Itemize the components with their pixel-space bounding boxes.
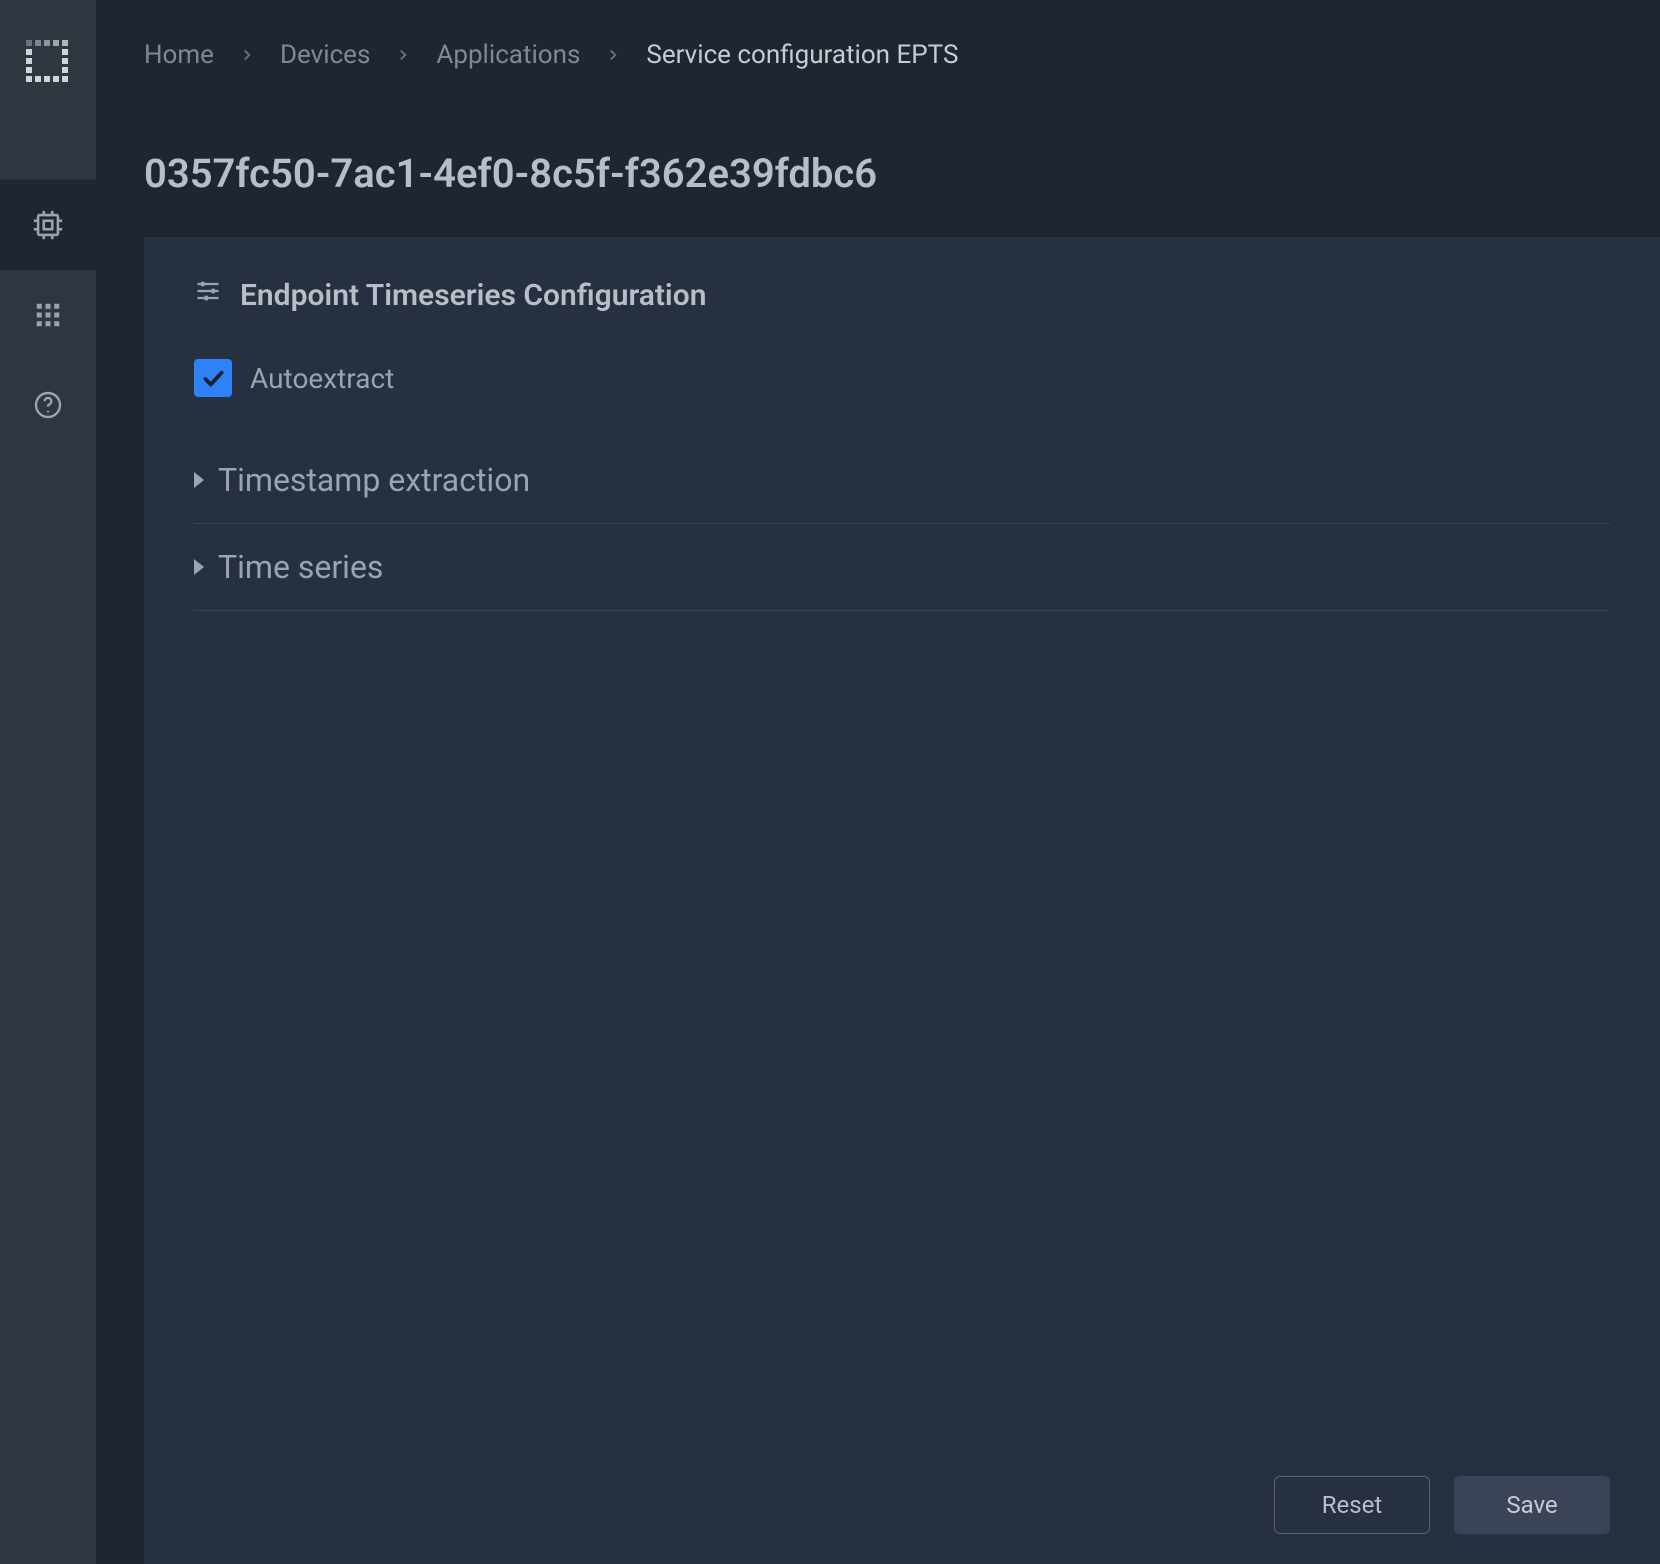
autoextract-checkbox[interactable]: Autoextract	[194, 359, 1610, 397]
chip-icon	[31, 208, 65, 242]
panel-footer: Reset Save	[194, 1446, 1610, 1534]
sidebar	[0, 0, 96, 1564]
brand-logo-icon	[26, 40, 70, 84]
grid-icon	[33, 300, 63, 330]
section-label: Time series	[218, 548, 383, 586]
sidebar-item-devices[interactable]	[0, 180, 96, 270]
chevron-right-icon	[604, 46, 622, 64]
help-icon	[32, 389, 64, 421]
config-panel: Endpoint Timeseries Configuration Autoex…	[144, 237, 1660, 1564]
logo-cell	[0, 0, 96, 180]
chevron-right-icon	[238, 46, 256, 64]
section-time-series[interactable]: Time series	[194, 524, 1610, 611]
breadcrumb-home[interactable]: Home	[144, 40, 214, 70]
checkbox-checked-icon	[194, 359, 232, 397]
breadcrumb-applications[interactable]: Applications	[436, 40, 580, 70]
caret-right-icon	[194, 559, 204, 575]
chevron-right-icon	[394, 46, 412, 64]
breadcrumb-devices[interactable]: Devices	[280, 40, 370, 70]
caret-right-icon	[194, 472, 204, 488]
panel-header: Endpoint Timeseries Configuration	[194, 277, 1610, 313]
main-area: Home Devices Applications Service config…	[96, 0, 1660, 1564]
section-label: Timestamp extraction	[218, 461, 530, 499]
autoextract-label: Autoextract	[250, 362, 394, 395]
breadcrumb-current: Service configuration EPTS	[646, 40, 958, 70]
reset-button[interactable]: Reset	[1274, 1476, 1430, 1534]
panel-heading-text: Endpoint Timeseries Configuration	[240, 278, 706, 313]
sidebar-item-help[interactable]	[0, 360, 96, 450]
section-timestamp-extraction[interactable]: Timestamp extraction	[194, 437, 1610, 524]
sliders-icon	[194, 277, 222, 313]
sidebar-item-applications[interactable]	[0, 270, 96, 360]
save-button[interactable]: Save	[1454, 1476, 1610, 1534]
page-title: 0357fc50-7ac1-4ef0-8c5f-f362e39fdbc6	[96, 90, 1660, 237]
breadcrumb: Home Devices Applications Service config…	[96, 0, 1660, 90]
